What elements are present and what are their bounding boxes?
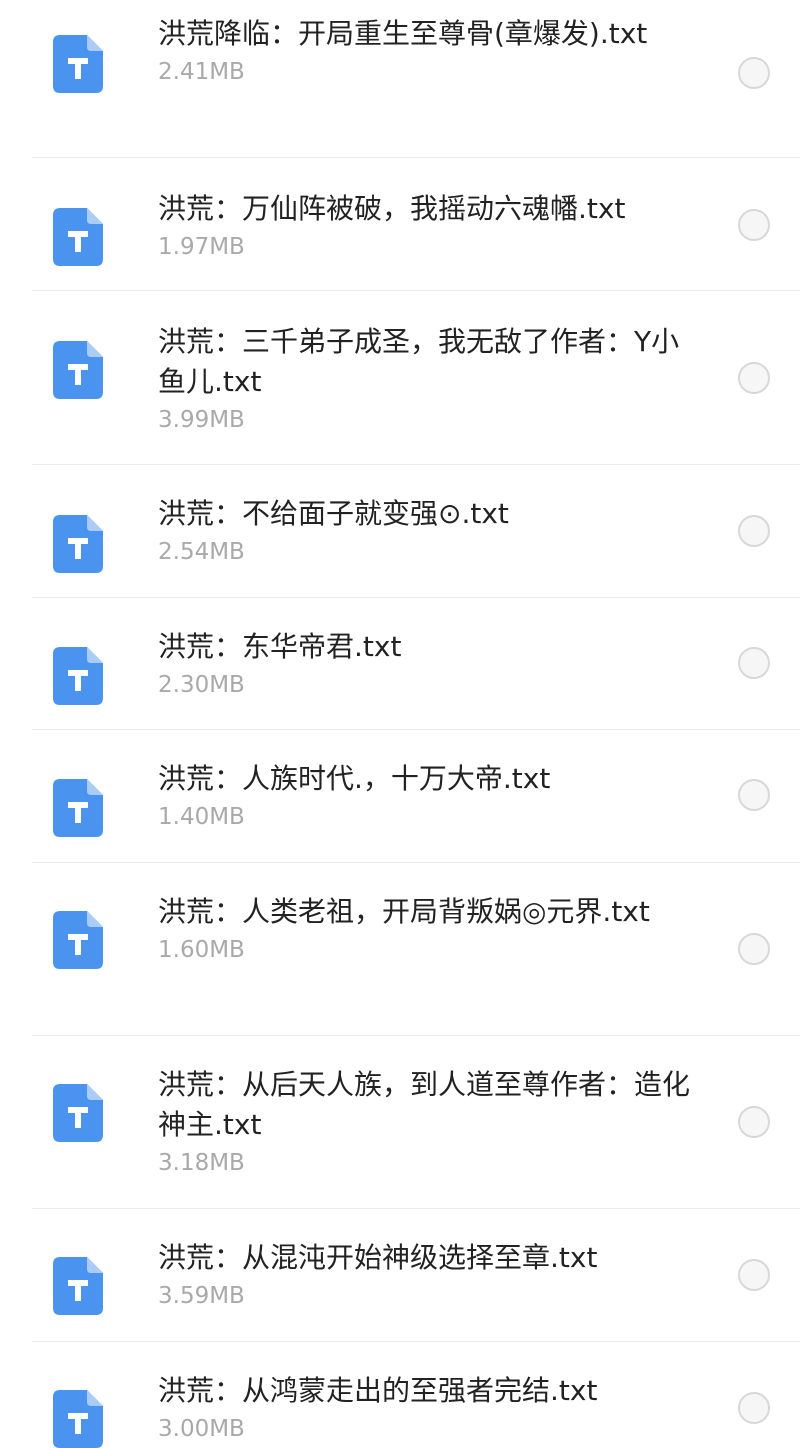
file-size: 1.40MB [158,804,245,830]
select-radio[interactable] [738,362,770,394]
select-radio[interactable] [738,515,770,547]
select-radio[interactable] [738,1259,770,1291]
file-size: 3.00MB [158,1416,245,1442]
list-item[interactable]: 洪荒：人类老祖，开局背叛娲◎元界.txt 1.60MB [0,863,800,1036]
select-radio[interactable] [738,647,770,679]
file-size: 2.30MB [158,672,245,698]
file-name: 洪荒：万仙阵被破，我摇动六魂幡.txt [158,192,626,225]
file-name: 洪荒：从鸿蒙走出的至强者完结.txt [158,1374,598,1407]
file-size: 2.41MB [158,59,245,85]
txt-file-icon [53,35,103,93]
select-radio[interactable] [738,933,770,965]
file-name: 洪荒：东华帝君.txt [158,630,402,663]
list-item[interactable]: 洪荒：从后天人族，到人道至尊作者：造化神主.txt 3.18MB [0,1036,800,1209]
txt-file-icon [53,911,103,969]
txt-file-icon [53,1390,103,1448]
select-radio[interactable] [738,779,770,811]
list-item[interactable]: 洪荒：东华帝君.txt 2.30MB [0,598,800,730]
list-item[interactable]: 洪荒：从鸿蒙走出的至强者完结.txt 3.00MB [0,1342,800,1448]
list-item[interactable]: 洪荒：不给面子就变强⊙.txt 2.54MB [0,465,800,598]
file-name: 洪荒：不给面子就变强⊙.txt [158,497,509,530]
file-size: 1.60MB [158,937,245,963]
txt-file-icon [53,779,103,837]
file-size: 3.59MB [158,1283,245,1309]
file-name: 洪荒：人类老祖，开局背叛娲◎元界.txt [158,895,650,928]
file-name: 洪荒：从后天人族，到人道至尊作者：造化神主.txt [158,1068,691,1141]
txt-file-icon [53,1257,103,1315]
select-radio[interactable] [738,1106,770,1138]
list-item[interactable]: 洪荒：万仙阵被破，我摇动六魂幡.txt 1.97MB [0,158,800,291]
select-radio[interactable] [738,209,770,241]
txt-file-icon [53,515,103,573]
txt-file-icon [53,208,103,266]
list-item[interactable]: 洪荒：三千弟子成圣，我无敌了作者：Y小鱼儿.txt 3.99MB [0,291,800,465]
list-item[interactable]: 洪荒：人族时代.，十万大帝.txt 1.40MB [0,730,800,863]
list-item[interactable]: 洪荒降临：开局重生至尊骨(章爆发).txt 2.41MB [0,0,800,158]
file-name: 洪荒：人族时代.，十万大帝.txt [158,762,551,795]
file-list: 洪荒降临：开局重生至尊骨(章爆发).txt 2.41MB 洪荒：万仙阵被破，我摇… [0,0,800,1448]
file-name: 洪荒：从混沌开始神级选择至章.txt [158,1241,598,1274]
file-size: 3.18MB [158,1150,245,1176]
file-size: 3.99MB [158,407,245,433]
file-size: 1.97MB [158,234,245,260]
file-name: 洪荒：三千弟子成圣，我无敌了作者：Y小鱼儿.txt [158,325,680,398]
list-item[interactable]: 洪荒：从混沌开始神级选择至章.txt 3.59MB [0,1209,800,1342]
txt-file-icon [53,341,103,399]
file-size: 2.54MB [158,539,245,565]
select-radio[interactable] [738,57,770,89]
txt-file-icon [53,1084,103,1142]
txt-file-icon [53,647,103,705]
select-radio[interactable] [738,1392,770,1424]
file-name: 洪荒降临：开局重生至尊骨(章爆发).txt [158,17,648,50]
